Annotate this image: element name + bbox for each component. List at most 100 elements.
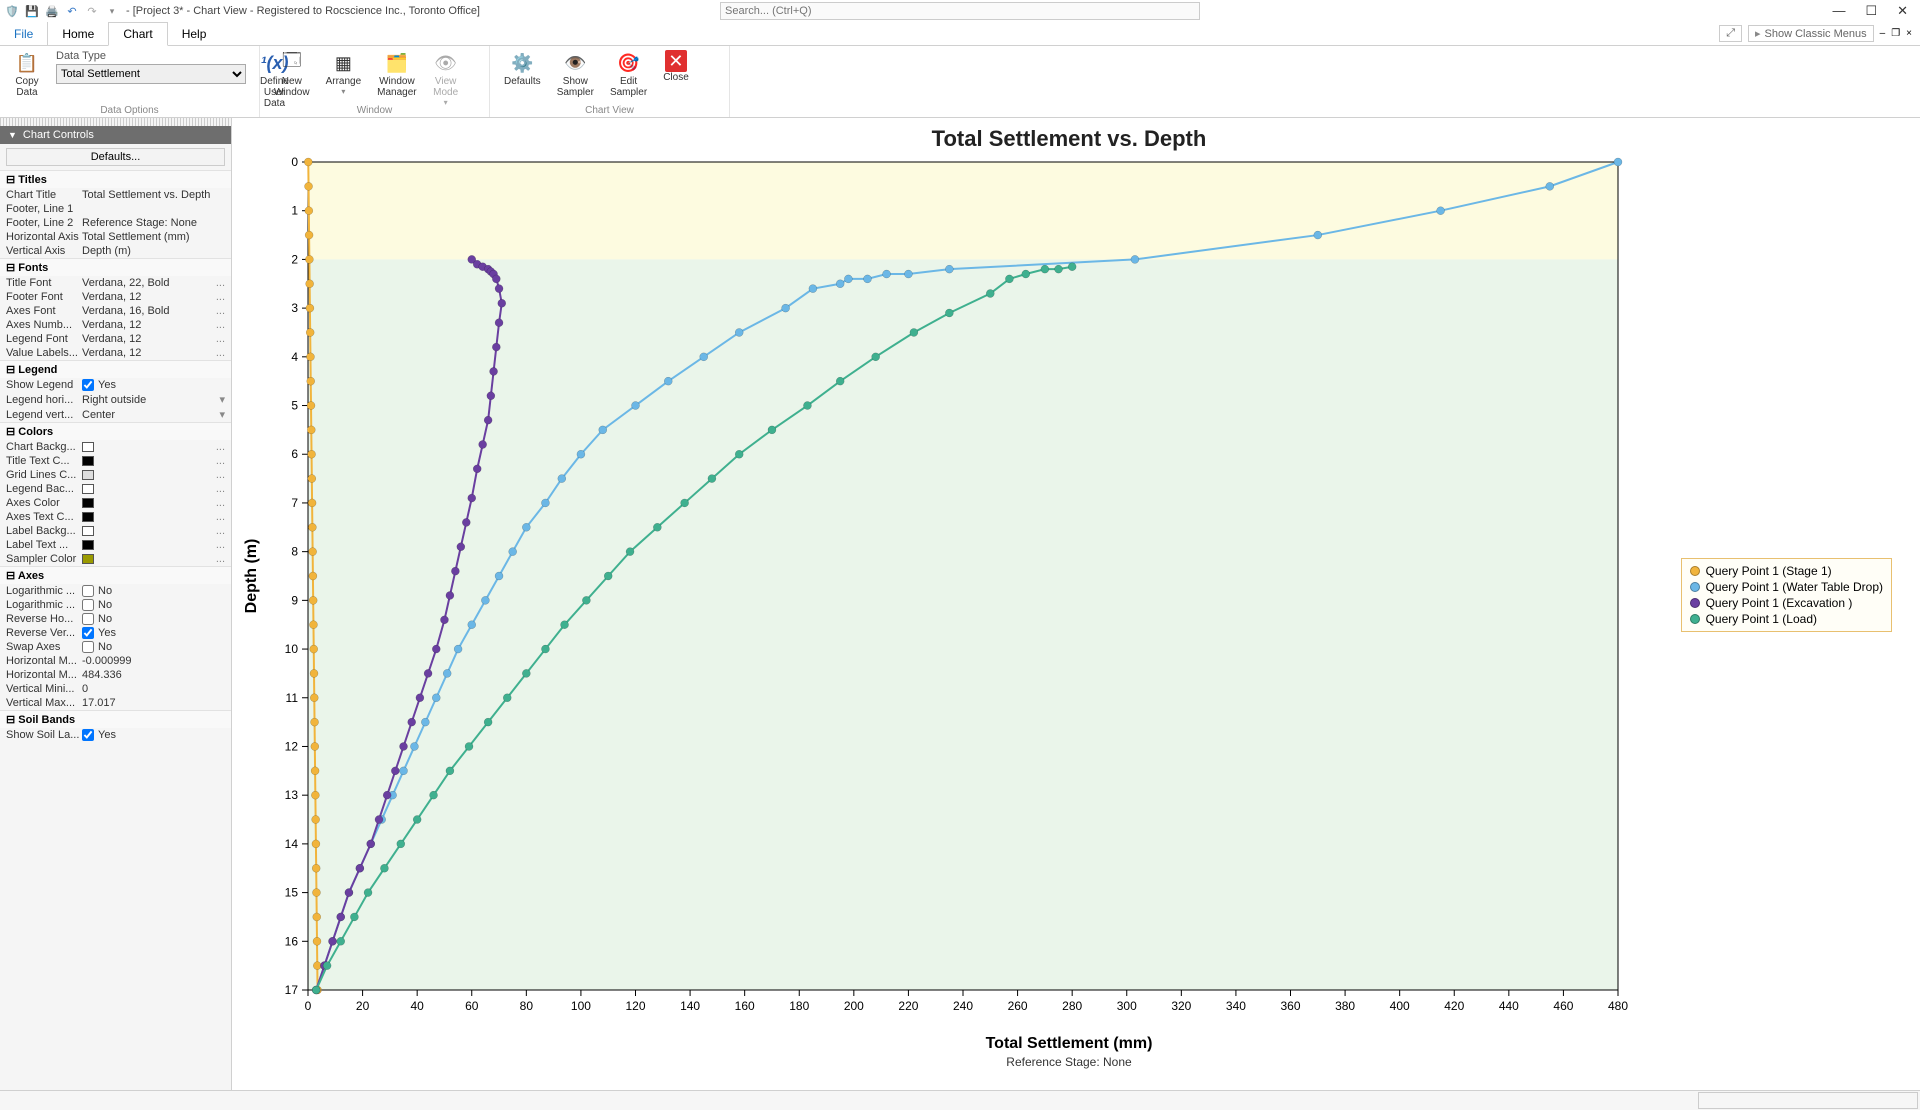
defaults-panel-button[interactable]: Defaults... [6,148,225,166]
group-data-options: Data Options [0,105,259,116]
svg-text:120: 120 [625,999,645,1013]
section-soil-bands[interactable]: ⊟ Soil Bands [0,710,231,728]
menubar: File Home Chart Help ⤢ ▸Show Classic Men… [0,22,1920,46]
window-manager-button[interactable]: 🗂️Window Manager [371,48,422,109]
edit-sampler-button[interactable]: 🎯Edit Sampler [604,48,653,100]
reverse-h-checkbox [82,613,94,625]
show-classic-menus[interactable]: ▸Show Classic Menus [1748,25,1874,42]
svg-text:0: 0 [305,999,312,1013]
svg-text:13: 13 [285,788,299,802]
log-x-checkbox [82,585,94,597]
tab-home[interactable]: Home [48,22,108,45]
edit-sampler-icon: 🎯 [616,50,642,76]
svg-text:8: 8 [291,545,298,559]
show-soil-checkbox [82,729,94,741]
svg-text:280: 280 [1062,999,1082,1013]
svg-text:300: 300 [1117,999,1137,1013]
svg-text:160: 160 [735,999,755,1013]
chart-footer: Reference Stage: None [238,1055,1900,1069]
tab-file[interactable]: File [0,22,48,45]
svg-text:260: 260 [1008,999,1028,1013]
svg-text:12: 12 [285,739,299,753]
expand-icon[interactable]: ⤢ [1719,25,1742,42]
undo-icon[interactable]: ↶ [64,3,80,19]
group-window: Window [260,105,489,116]
svg-text:1: 1 [291,204,298,218]
status-cell [1698,1092,1918,1109]
log-y-checkbox [82,599,94,611]
arrange-icon: ▦ [330,50,356,76]
section-axes[interactable]: ⊟ Axes [0,566,231,584]
close-x-icon: ✕ [665,50,687,72]
print-icon[interactable]: 🖨️ [44,3,60,19]
mdi-minimize-icon[interactable]: – [1880,28,1886,39]
search-input[interactable] [720,2,1200,20]
copy-icon: 📋 [14,50,40,76]
save-icon[interactable]: 💾 [24,3,40,19]
show-sampler-button[interactable]: 👁️Show Sampler [551,48,600,100]
chart-area: Total Settlement vs. Depth 0204060801001… [232,118,1920,1090]
maximize-icon[interactable]: ☐ [1865,3,1877,19]
svg-text:7: 7 [291,496,298,510]
section-legend[interactable]: ⊟ Legend [0,360,231,378]
chart-controls-panel: ▼Chart Controls Defaults... ⊟ Titles Cha… [0,118,232,1090]
svg-text:240: 240 [953,999,973,1013]
svg-text:Depth (m): Depth (m) [243,539,260,614]
svg-text:11: 11 [286,691,299,705]
statusbar [0,1090,1920,1110]
section-fonts[interactable]: ⊟ Fonts [0,258,231,276]
redo-icon[interactable]: ↷ [84,3,100,19]
svg-text:2: 2 [291,252,298,266]
section-colors[interactable]: ⊟ Colors [0,422,231,440]
qat-dropdown-icon[interactable]: ▾ [104,3,120,19]
svg-text:400: 400 [1390,999,1410,1013]
arrange-button[interactable]: ▦Arrange▾ [320,48,368,109]
data-type-select[interactable]: Total Settlement [56,64,246,84]
svg-text:4: 4 [291,350,298,364]
section-titles[interactable]: ⊟ Titles [0,170,231,188]
chart-plot[interactable]: 0204060801001201401601802002202402602803… [238,156,1878,1026]
defaults-button[interactable]: ⚙️Defaults [498,48,547,100]
app-icon: 🛡️ [4,3,20,19]
mdi-restore-icon[interactable]: ❐ [1891,28,1900,39]
group-chart-view: Chart View [490,105,729,116]
svg-text:20: 20 [356,999,370,1013]
x-axis-label: Total Settlement (mm) [238,1035,1900,1053]
panel-grip[interactable] [0,118,231,126]
mdi-close-icon[interactable]: × [1906,28,1912,39]
svg-text:0: 0 [291,156,298,169]
titlebar: 🛡️ 💾 🖨️ ↶ ↷ ▾ - [Project 3* - Chart View… [0,0,1920,22]
svg-text:480: 480 [1608,999,1628,1013]
reverse-v-checkbox [82,627,94,639]
svg-text:220: 220 [898,999,918,1013]
svg-text:60: 60 [465,999,479,1013]
svg-text:440: 440 [1499,999,1519,1013]
close-icon[interactable]: ✕ [1897,3,1908,19]
svg-text:15: 15 [285,886,299,900]
chart-title: Total Settlement vs. Depth [238,126,1900,152]
svg-text:3: 3 [291,301,298,315]
svg-text:100: 100 [571,999,591,1013]
svg-text:360: 360 [1280,999,1300,1013]
svg-text:320: 320 [1171,999,1191,1013]
new-window-button[interactable]: 🗔New Window [268,48,316,109]
minimize-icon[interactable]: — [1832,3,1845,19]
ribbon: 📋 Copy Data Data Type Total Settlement ¹… [0,46,1920,118]
close-button[interactable]: ✕Close [657,48,695,100]
svg-text:9: 9 [291,593,298,607]
chart-legend: Query Point 1 (Stage 1)Query Point 1 (Wa… [1681,558,1892,632]
panel-header[interactable]: ▼Chart Controls [0,126,231,144]
window-manager-icon: 🗂️ [384,50,410,76]
svg-text:17: 17 [285,983,299,997]
view-mode-button[interactable]: 👁View Mode▾ [427,48,465,109]
copy-data-button[interactable]: 📋 Copy Data [8,48,46,100]
data-type-label: Data Type [56,50,246,62]
tab-help[interactable]: Help [168,22,221,45]
eye-target-icon: 👁️ [562,50,588,76]
svg-text:5: 5 [291,399,298,413]
svg-text:14: 14 [285,837,299,851]
swap-axes-checkbox [82,641,94,653]
tab-chart[interactable]: Chart [108,22,167,46]
show-legend-checkbox [82,379,94,391]
svg-text:200: 200 [844,999,864,1013]
